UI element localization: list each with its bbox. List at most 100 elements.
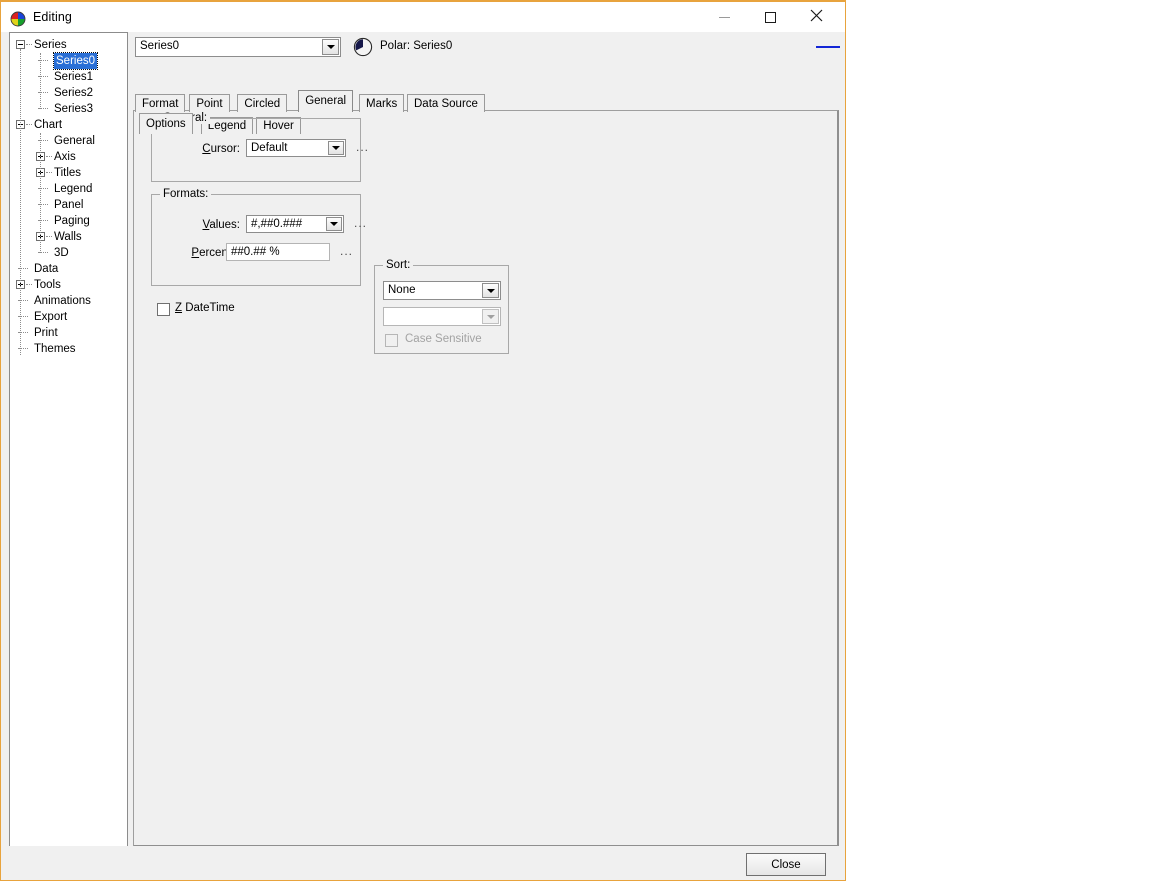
tab-circled[interactable]: Circled [237, 94, 288, 112]
tree-item-paging[interactable]: Paging [10, 213, 127, 229]
tree-item-series2[interactable]: Series2 [10, 85, 127, 101]
values-format-value: #,##0.### [251, 218, 303, 230]
cursor-label-rest: ursor: [210, 143, 240, 155]
tree-item-tools[interactable]: Tools [10, 277, 127, 293]
collapse-icon[interactable] [16, 40, 25, 49]
tab-point[interactable]: Point [189, 94, 230, 112]
z-datetime-checkbox[interactable] [157, 303, 170, 316]
subtab-options[interactable]: Options [139, 113, 193, 134]
sort-select[interactable]: None [383, 281, 501, 300]
tree-item-general[interactable]: General [10, 133, 127, 149]
subtab-label: Options [146, 118, 186, 130]
tree-connector [46, 172, 52, 174]
cursor-select[interactable]: Default [246, 139, 346, 157]
tree-item-export[interactable]: Export [10, 309, 127, 325]
tree-guide-root [20, 49, 22, 355]
tree-item-walls[interactable]: Walls [10, 229, 127, 245]
chevron-down-icon[interactable] [326, 217, 342, 231]
tab-label: Point [196, 98, 223, 110]
tree-item-data[interactable]: Data [10, 261, 127, 277]
cursor-select-value: Default [251, 142, 288, 154]
tree-item-legend[interactable]: Legend [10, 181, 127, 197]
chevron-down-icon[interactable] [482, 283, 499, 298]
tab-label: General [305, 95, 347, 107]
tree-item-label: Animations [34, 295, 91, 307]
polar-chart-icon [353, 37, 373, 57]
chevron-down-icon [482, 309, 499, 324]
chevron-down-icon[interactable] [322, 39, 339, 55]
case-sensitive-label: Case Sensitive [405, 333, 482, 345]
tree-item-label: Titles [54, 167, 82, 179]
minimize-icon [718, 16, 730, 18]
tree-item-label: Walls [54, 231, 82, 243]
chart-pie-icon [10, 11, 26, 27]
case-sensitive-checkbox [385, 334, 398, 347]
tree-item-label: Series3 [54, 103, 93, 115]
close-button[interactable]: Close [746, 853, 826, 876]
cursor-label: Cursor: [202, 143, 240, 155]
tree-guide-series [40, 53, 42, 109]
tree-guide-chart [40, 133, 42, 253]
tree-item-series[interactable]: Series [10, 37, 127, 53]
values-ellipsis-button[interactable]: ... [354, 216, 367, 230]
tree-item-label: Tools [34, 279, 61, 291]
tab-general[interactable]: General [298, 90, 354, 112]
formats-groupbox: Formats: Values: #,##0.### ... Percents:… [151, 188, 366, 286]
cursor-ellipsis-button[interactable]: ... [356, 140, 369, 154]
tree-item-label: 3D [54, 247, 69, 259]
tree-connector [26, 44, 32, 46]
tree-item-label: Series0 [53, 52, 98, 70]
tab-label: Format [142, 98, 179, 110]
close-window-button[interactable] [793, 2, 839, 32]
series-color-swatch [816, 46, 840, 48]
tree-item-animations[interactable]: Animations [10, 293, 127, 309]
tree-item-panel[interactable]: Panel [10, 197, 127, 213]
minimize-button[interactable] [701, 2, 747, 32]
tree-item-themes[interactable]: Themes [10, 341, 127, 357]
tab-marks[interactable]: Marks [359, 94, 405, 112]
chevron-down-icon[interactable] [328, 141, 344, 155]
navigation-tree[interactable]: Series Series0 Series1 Series2 Series3 Chart G… [10, 33, 127, 357]
tree-item-label: Legend [54, 183, 93, 195]
tree-item-label: Export [34, 311, 68, 323]
tree-item-label: Series2 [54, 87, 93, 99]
series-select[interactable]: Series0 [135, 37, 341, 57]
tree-connector [26, 284, 32, 286]
tree-item-series1[interactable]: Series1 [10, 69, 127, 85]
z-datetime-label: Z DateTime [175, 302, 235, 314]
values-label-rest: alues: [209, 219, 240, 231]
z-datetime-label-rest: DateTime [182, 302, 235, 314]
window-title: Editing [33, 10, 72, 24]
dialog-footer [1, 846, 845, 880]
close-icon [810, 9, 823, 25]
tree-item-label: Series [34, 39, 67, 51]
content-area: Series0 Format Point Circled General Marks Da… [133, 32, 839, 847]
tree-item-label: Print [34, 327, 58, 339]
tree-item-label: General [54, 135, 95, 147]
maximize-button[interactable] [747, 2, 793, 32]
percents-format-input[interactable]: ##0.## % [226, 243, 330, 261]
tree-connector [26, 124, 32, 126]
tree-connector [46, 236, 52, 238]
editing-window: Editing Series Series0 Series1 Series2 Serie… [0, 0, 846, 881]
tab-format[interactable]: Format [135, 94, 186, 112]
tree-item-label: Data [34, 263, 59, 275]
tree-item-chart[interactable]: Chart [10, 117, 127, 133]
tree-item-3d[interactable]: 3D [10, 245, 127, 261]
tree-item-series0[interactable]: Series0 [10, 52, 127, 70]
navigation-tree-panel[interactable]: Series Series0 Series1 Series2 Series3 Chart G… [9, 32, 128, 847]
tab-data-source[interactable]: Data Source [407, 94, 485, 112]
tree-item-axis[interactable]: Axis [10, 149, 127, 165]
window-titlebar: Editing [1, 2, 845, 32]
sort-select-value: None [388, 284, 416, 296]
values-format-select[interactable]: #,##0.### [246, 215, 344, 233]
screen-root: Editing Series Series0 Series1 Series2 Serie… [0, 0, 1152, 881]
tree-item-titles[interactable]: Titles [10, 165, 127, 181]
maximize-icon [764, 11, 776, 23]
values-label: Values: [202, 219, 240, 231]
percents-ellipsis-button[interactable]: ... [340, 244, 353, 258]
tab-label: Data Source [414, 98, 478, 110]
polar-series-label: Polar: Series0 [380, 40, 453, 52]
tree-item-print[interactable]: Print [10, 325, 127, 341]
tree-item-series3[interactable]: Series3 [10, 101, 127, 117]
